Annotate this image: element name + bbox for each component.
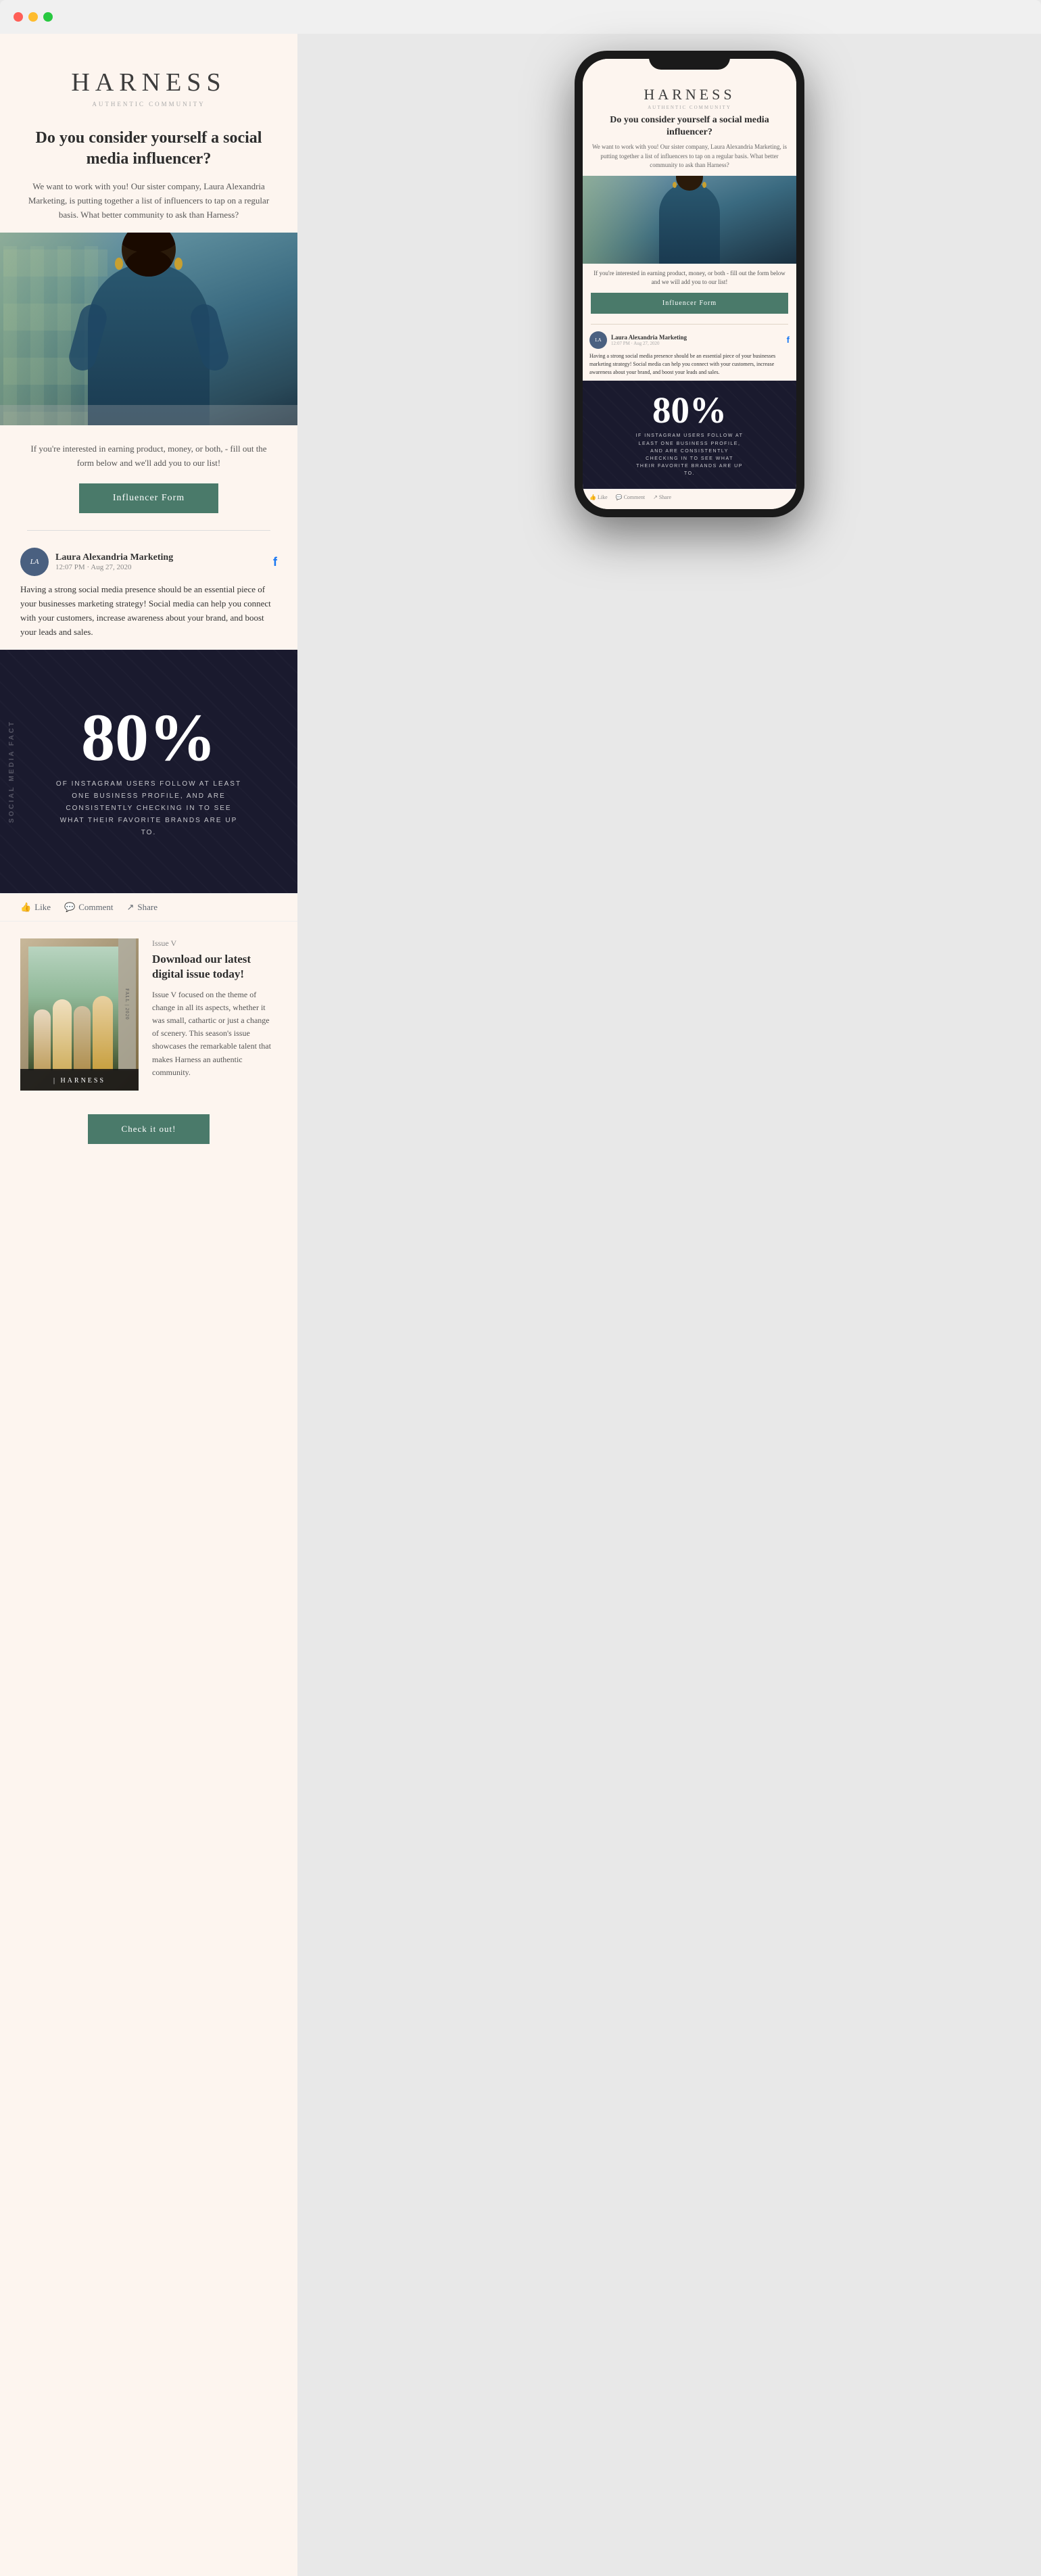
avatar-initials: LA xyxy=(30,558,39,566)
like-icon: 👍 xyxy=(20,902,31,913)
hero-body: We want to work with you! Our sister com… xyxy=(27,180,270,222)
issue-label: Issue V xyxy=(152,938,277,949)
dot-green xyxy=(43,12,53,22)
phone-brand-name: HARNESS xyxy=(593,86,786,103)
hero-image xyxy=(0,233,297,425)
share-icon: ↗ xyxy=(126,902,134,913)
browser-chrome xyxy=(0,0,1041,34)
fb-page-info: Laura Alexandria Marketing 12:07 PM · Au… xyxy=(55,552,173,571)
share-label: Share xyxy=(137,902,158,913)
like-label: Like xyxy=(34,902,51,913)
fb-post-header: LA Laura Alexandria Marketing 12:07 PM ·… xyxy=(20,548,277,576)
fb-post-text: Having a strong social media presence sh… xyxy=(20,583,277,639)
phone-hero-image xyxy=(583,176,796,264)
issue-section: FALL | 2020 | HARNESS Issue V Download o… xyxy=(0,922,297,1107)
comment-icon: 💬 xyxy=(64,902,75,913)
phone-share-action[interactable]: ↗ Share xyxy=(653,494,671,500)
phone-brand: HARNESS AUTHENTIC COMMUNITY xyxy=(583,78,796,114)
phone-facebook-icon: f xyxy=(787,335,790,345)
issue-body: Issue V focused on the theme of change i… xyxy=(152,988,277,1079)
phone-notch xyxy=(649,51,730,70)
email-hero: Do you consider yourself a social media … xyxy=(0,121,297,233)
hero-title: Do you consider yourself a social media … xyxy=(27,128,270,170)
phone-area: HARNESS AUTHENTIC COMMUNITY Do you consi… xyxy=(297,34,1041,2576)
phone-stat-number: 80% xyxy=(652,391,727,429)
phone-comment-action[interactable]: 💬 Comment xyxy=(616,494,646,500)
phone-fb-text: Having a strong social media presence sh… xyxy=(589,352,790,377)
issue-image-container: FALL | 2020 | HARNESS xyxy=(20,938,139,1091)
issue-image: FALL | 2020 | HARNESS xyxy=(20,938,139,1091)
browser-dots xyxy=(14,12,53,22)
email-content: HARNESS AUTHENTIC COMMUNITY Do you consi… xyxy=(0,34,297,2576)
phone-content[interactable]: HARNESS AUTHENTIC COMMUNITY Do you consi… xyxy=(583,78,796,509)
phone-mockup: HARNESS AUTHENTIC COMMUNITY Do you consi… xyxy=(575,51,804,517)
stat-image: SOCIAL MEDIA FACT 80% OF INSTAGRAM USERS… xyxy=(0,650,297,893)
issue-cta-section: Check it out! xyxy=(0,1107,297,1185)
phone-stat-description: IF INSTAGRAM USERS FOLLOW AT LEAST ONE B… xyxy=(635,432,744,477)
fb-page-name: Laura Alexandria Marketing xyxy=(55,552,173,563)
dot-yellow xyxy=(28,12,38,22)
influencer-form-button[interactable]: Influencer Form xyxy=(79,483,218,513)
brand-tagline: AUTHENTIC COMMUNITY xyxy=(27,101,270,108)
phone-hero-body: We want to work with you! Our sister com… xyxy=(583,143,796,176)
issue-brand-bar: | HARNESS xyxy=(20,1069,139,1091)
phone-issue-section: FALL | 2020 | HARNESS Issue V Download o… xyxy=(583,505,796,509)
phone-cta-text: If you're interested in earning product,… xyxy=(583,264,796,293)
issue-brand-text: | HARNESS xyxy=(53,1077,105,1084)
dot-red xyxy=(14,12,23,22)
stat-description: OF INSTAGRAM USERS FOLLOW AT LEAST ONE B… xyxy=(54,778,243,839)
brand-name: HARNESS xyxy=(27,68,270,97)
fb-post-section: LA Laura Alexandria Marketing 12:07 PM ·… xyxy=(0,531,297,639)
like-action[interactable]: 👍 Like xyxy=(20,902,51,913)
phone-fb-actions: 👍 Like 💬 Comment ↗ Share xyxy=(583,489,796,505)
phone-fb-timestamp: 12:07 PM · Aug 27, 2020 xyxy=(611,341,687,346)
fb-actions: 👍 Like 💬 Comment ↗ Share xyxy=(0,893,297,922)
phone-influencer-form-button[interactable]: Influencer Form xyxy=(591,293,788,314)
fb-timestamp: 12:07 PM · Aug 27, 2020 xyxy=(55,563,173,571)
issue-side-label: FALL | 2020 xyxy=(118,938,136,1070)
phone-hero-title: Do you consider yourself a social media … xyxy=(583,114,796,143)
email-cta-section: If you're interested in earning product,… xyxy=(0,425,297,531)
phone-stat-image: 80% IF INSTAGRAM USERS FOLLOW AT LEAST O… xyxy=(583,381,796,489)
phone-fb-section: LA Laura Alexandria Marketing 12:07 PM ·… xyxy=(583,325,796,377)
email-header: HARNESS AUTHENTIC COMMUNITY xyxy=(0,34,297,121)
issue-content: Issue V Download our latest digital issu… xyxy=(152,938,277,1091)
main-layout: HARNESS AUTHENTIC COMMUNITY Do you consi… xyxy=(0,34,1041,2576)
comment-action[interactable]: 💬 Comment xyxy=(64,902,113,913)
fb-avatar: LA xyxy=(20,548,49,576)
phone-fb-avatar: LA xyxy=(589,331,607,349)
cta-text: If you're interested in earning product,… xyxy=(27,442,270,471)
person-body xyxy=(88,263,210,425)
phone-screen: HARNESS AUTHENTIC COMMUNITY Do you consi… xyxy=(583,59,796,509)
stat-number: 80% xyxy=(81,704,216,771)
phone-fb-page-name: Laura Alexandria Marketing xyxy=(611,334,687,341)
comment-label: Comment xyxy=(78,902,113,913)
check-it-out-button[interactable]: Check it out! xyxy=(88,1114,210,1144)
facebook-icon: f xyxy=(273,555,277,569)
issue-nature-bg xyxy=(28,947,118,1070)
phone-brand-tagline: AUTHENTIC COMMUNITY xyxy=(593,105,786,110)
issue-title: Download our latest digital issue today! xyxy=(152,952,277,982)
phone-like-action[interactable]: 👍 Like xyxy=(589,494,608,500)
person-head xyxy=(122,233,176,277)
share-action[interactable]: ↗ Share xyxy=(126,902,158,913)
